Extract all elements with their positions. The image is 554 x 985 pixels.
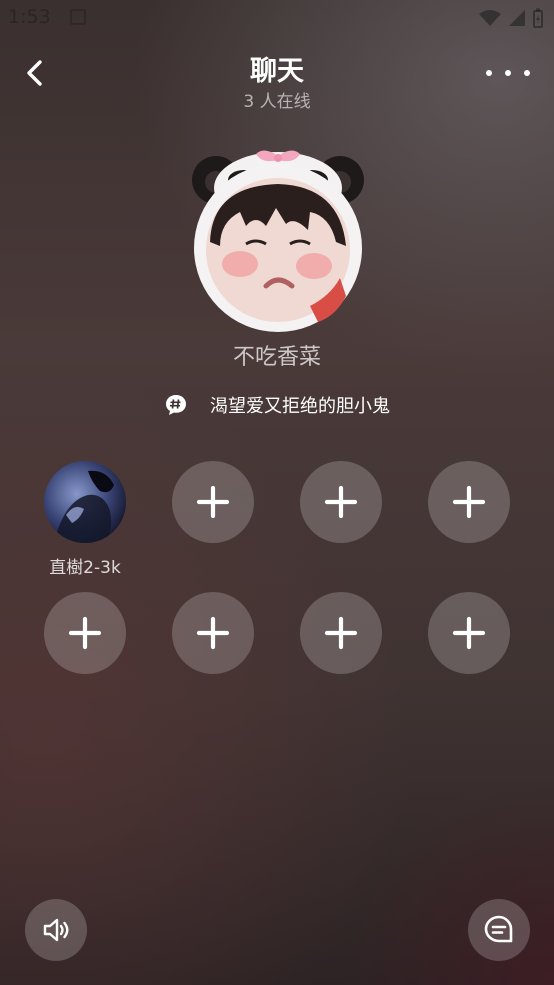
speaker-button[interactable] <box>25 899 87 961</box>
seat-empty[interactable] <box>300 461 382 543</box>
status-bar: 1:53 <box>0 0 554 36</box>
seat-occupied[interactable] <box>44 461 126 543</box>
online-count: 3 人在线 <box>243 92 311 112</box>
plus-icon <box>196 616 230 650</box>
speaker-icon <box>43 918 69 942</box>
wifi-icon <box>479 10 501 26</box>
hashtag-bubble-icon <box>166 395 186 415</box>
plus-icon <box>452 616 486 650</box>
more-dot <box>524 70 530 76</box>
battery-icon <box>533 8 543 28</box>
more-dot <box>505 70 511 76</box>
seat-empty[interactable] <box>172 461 254 543</box>
plus-icon <box>196 485 230 519</box>
notification-icon <box>70 9 86 25</box>
room-topic: 渴望爱又拒绝的胆小鬼 <box>0 390 554 420</box>
seat-empty[interactable] <box>300 592 382 674</box>
host-name: 不吃香菜 <box>232 345 321 370</box>
user-avatar <box>44 461 126 543</box>
plus-icon <box>68 616 102 650</box>
more-button[interactable] <box>486 62 530 84</box>
seat-empty[interactable] <box>428 592 510 674</box>
seat-empty[interactable] <box>172 592 254 674</box>
seat-empty[interactable] <box>428 461 510 543</box>
chat-bubble-icon <box>484 915 513 943</box>
host-avatar[interactable] <box>190 146 366 336</box>
signal-icon <box>509 10 525 26</box>
plus-icon <box>324 485 358 519</box>
status-time: 1:53 <box>8 6 51 28</box>
more-dot <box>486 70 492 76</box>
panda-frame-avatar <box>192 150 364 332</box>
topic-text: 渴望爱又拒绝的胆小鬼 <box>210 396 390 417</box>
page-title: 聊天 <box>250 56 304 87</box>
status-icons <box>478 8 544 28</box>
seat-empty[interactable] <box>44 592 126 674</box>
chat-button[interactable] <box>468 899 530 961</box>
seat-username: 直樹2-3k <box>49 558 121 578</box>
plus-icon <box>452 485 486 519</box>
plus-icon <box>324 616 358 650</box>
